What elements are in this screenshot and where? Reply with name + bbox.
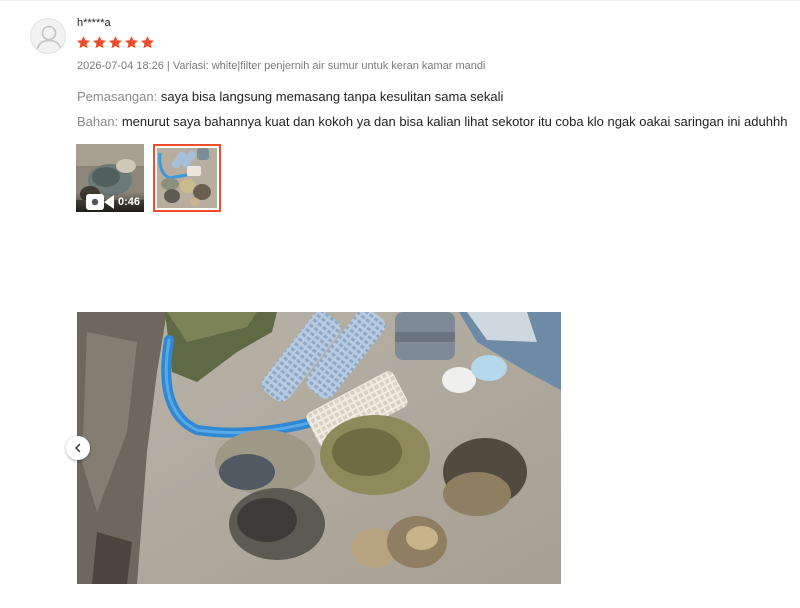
star-icon: [109, 36, 122, 49]
review-meta: 2026-07-04 18:26 | Variasi: white|filter…: [77, 60, 486, 72]
attribute-material: Bahan: menurut saya bahannya kuat dan ko…: [77, 114, 787, 129]
star-icon: [93, 36, 106, 49]
previous-image-button[interactable]: [66, 436, 90, 460]
media-thumbnails: 0:46: [76, 144, 221, 212]
video-camera-icon: [85, 194, 114, 210]
star-icon: [77, 36, 90, 49]
review-main-image: [77, 312, 561, 584]
attribute-value: menurut saya bahannya kuat dan kokoh ya …: [121, 114, 788, 129]
image-thumbnail-image: [157, 148, 217, 208]
rating-stars: [76, 35, 155, 50]
star-icon: [141, 36, 154, 49]
video-duration: 0:46: [117, 196, 140, 208]
attribute-value: saya bisa langsung memasang tanpa kesuli…: [160, 89, 504, 104]
attribute-installation: Pemasangan: saya bisa langsung memasang …: [77, 89, 503, 104]
star-icon: [125, 36, 138, 49]
video-duration-bar: 0:46: [76, 192, 144, 212]
review-photo: [77, 312, 561, 584]
attribute-key: Bahan:: [77, 114, 119, 129]
image-thumbnail[interactable]: [153, 144, 221, 212]
attribute-key: Pemasangan:: [77, 89, 158, 104]
chevron-left-icon: [75, 443, 81, 453]
video-thumbnail[interactable]: 0:46: [76, 144, 144, 212]
user-avatar-icon: [36, 25, 62, 52]
divider: [0, 0, 800, 1]
reviewer-username: h*****a: [77, 17, 111, 29]
avatar: [30, 18, 66, 54]
